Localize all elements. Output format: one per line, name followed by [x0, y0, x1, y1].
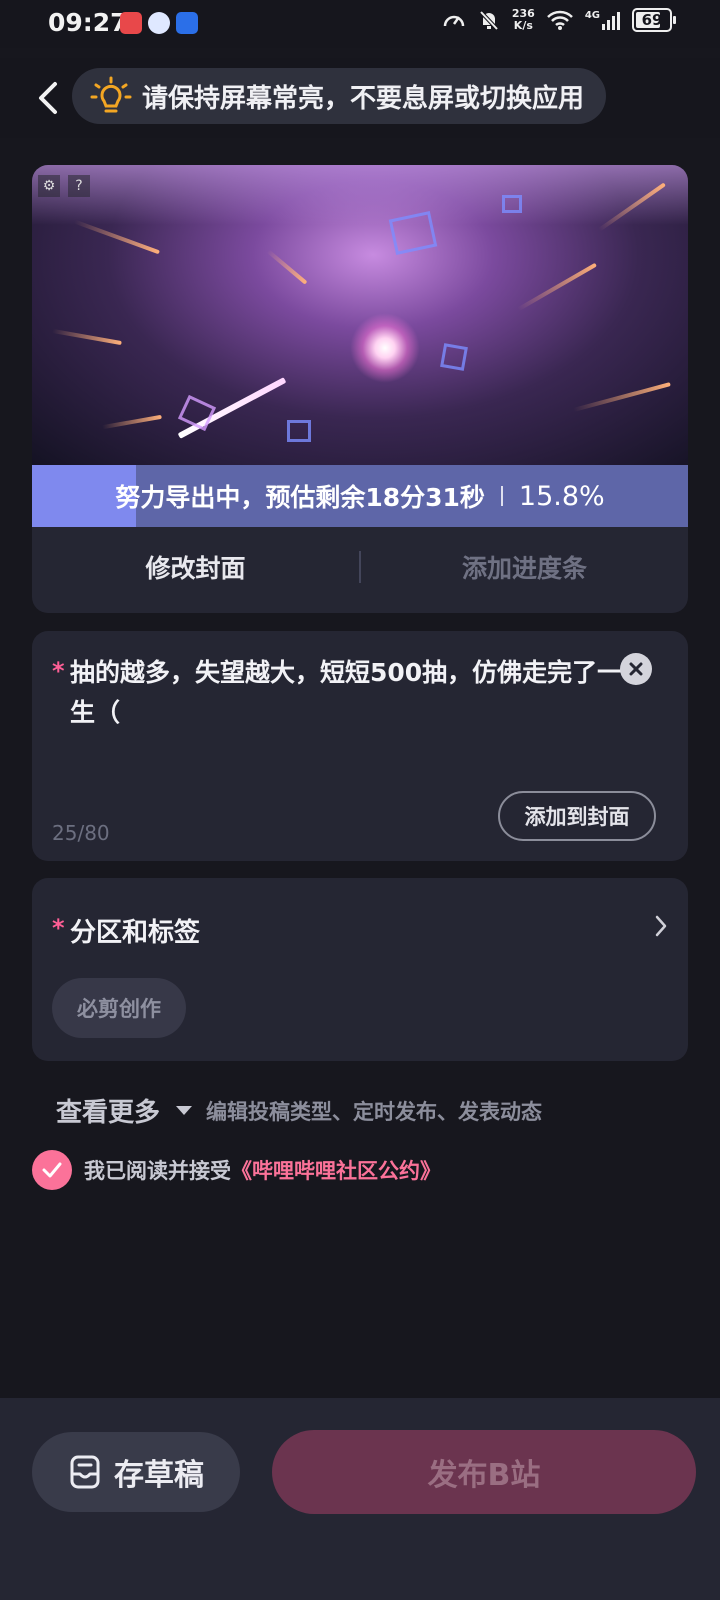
cover-actions: 修改封面 添加进度条 [32, 527, 688, 607]
lightbulb-app-icon [176, 12, 198, 34]
keep-screen-on-notice: 请保持屏幕常亮，不要息屏或切换应用 [72, 68, 607, 124]
agreement-row: 我已阅读并接受 《哔哩哔哩社区公约》 [32, 1150, 441, 1190]
add-progress-bar-button[interactable]: 添加进度条 [361, 549, 688, 585]
chevron-right-icon[interactable] [654, 914, 668, 938]
battery-level: 69 [641, 11, 663, 29]
speed-gauge-icon [443, 15, 465, 27]
settings-mini-icon[interactable]: ⚙ [38, 175, 60, 197]
shopping-app-icon [120, 12, 142, 34]
export-progress-bar: 努力导出中，预估剩余18分31秒 15.8% [32, 465, 688, 527]
close-icon [629, 662, 643, 676]
export-percent: 15.8% [518, 480, 605, 512]
mute-bell-icon [479, 10, 499, 31]
clear-title-button[interactable] [620, 653, 652, 685]
caret-down-icon [176, 1106, 193, 1115]
agreement-text: 我已阅读并接受 [84, 1159, 231, 1183]
status-time: 09:27 [48, 8, 128, 37]
battery-icon: 69 [632, 8, 676, 32]
category-card[interactable]: * 分区和标签 必剪创作 [32, 878, 688, 1061]
network-type: 4G [584, 10, 600, 21]
community-rules-link[interactable]: 《哔哩哔哩社区公约》 [231, 1155, 441, 1185]
status-bar: 09:27 236 K/s 4G 69 [0, 0, 720, 48]
title-char-counter: 25/80 [52, 821, 110, 845]
lightbulb-icon [90, 76, 132, 113]
preview-card: ⚙ ? 努力导出中，预估剩余18分31秒 15.8% 修改封面 添加进度条 [32, 165, 688, 613]
preview-tools: ⚙ ? [38, 175, 90, 197]
chevron-left-icon [39, 82, 57, 114]
required-mark: * [52, 914, 65, 942]
signal-4g-icon: 4G [585, 10, 620, 30]
required-mark: * [52, 657, 65, 685]
help-mini-icon[interactable]: ? [68, 175, 90, 197]
save-draft-button[interactable]: 存草稿 [32, 1432, 240, 1512]
video-preview[interactable]: ⚙ ? [32, 165, 688, 465]
more-label[interactable]: 查看更多 [56, 1092, 160, 1129]
edit-cover-button[interactable]: 修改封面 [32, 549, 359, 585]
save-draft-label: 存草稿 [114, 1458, 204, 1493]
title-card: * 抽的越多，失望越大，短短500抽，仿佛走完了一生（ 25/80 添加到封面 [32, 631, 688, 861]
title-input[interactable]: 抽的越多，失望越大，短短500抽，仿佛走完了一生（ [70, 653, 630, 733]
browser-app-icon [148, 12, 170, 34]
publish-button[interactable]: 发布B站 [272, 1430, 696, 1514]
agreement-checkbox[interactable] [32, 1150, 72, 1190]
tag-chip[interactable]: 必剪创作 [52, 978, 186, 1038]
back-button[interactable] [30, 74, 66, 122]
export-status-text: 努力导出中，预估剩余18分31秒 [115, 483, 485, 512]
wifi-icon [546, 10, 573, 30]
draft-box-icon [70, 1455, 100, 1489]
net-speed: 236 K/s [512, 8, 535, 32]
bottom-bar: 存草稿 发布B站 [0, 1398, 720, 1600]
more-hint: 编辑投稿类型、定时发布、发表动态 [206, 1099, 543, 1124]
more-options[interactable]: 查看更多 编辑投稿类型、定时发布、发表动态 [56, 1092, 542, 1129]
publish-label: 发布B站 [427, 1458, 541, 1493]
add-to-cover-button[interactable]: 添加到封面 [498, 791, 656, 841]
checkmark-icon [42, 1162, 62, 1178]
notice-text: 请保持屏幕常亮，不要息屏或切换应用 [142, 83, 585, 114]
top-bar: 请保持屏幕常亮，不要息屏或切换应用 [0, 58, 720, 138]
status-indicators: 236 K/s 4G 69 [442, 8, 676, 32]
net-speed-unit: K/s [513, 19, 533, 32]
progress-separator [500, 486, 503, 506]
category-title: 分区和标签 [70, 918, 201, 948]
